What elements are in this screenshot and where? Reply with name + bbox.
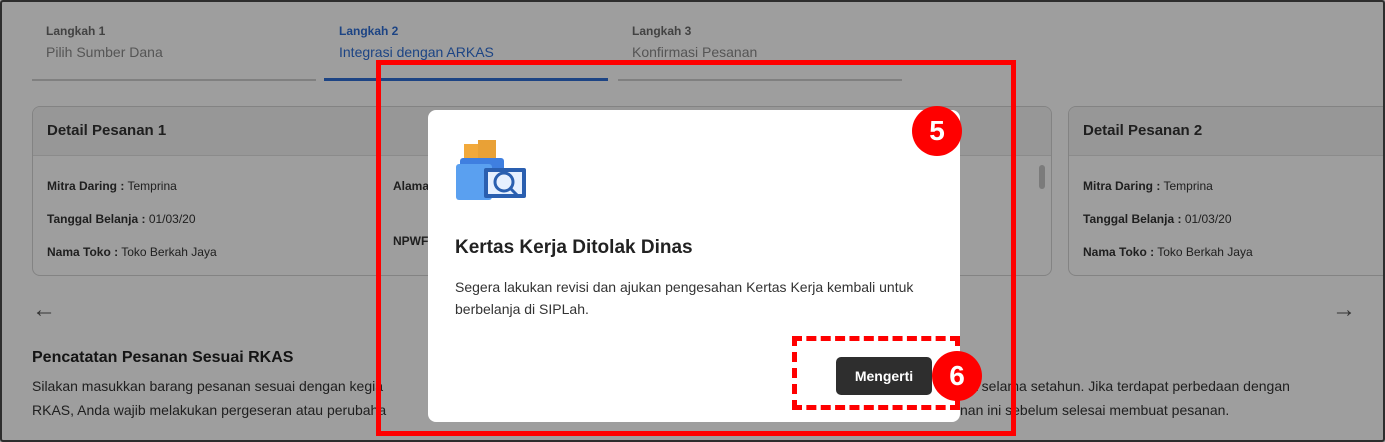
step-badge-6: 6 (932, 351, 982, 401)
step-badge-5: 5 (912, 106, 962, 156)
